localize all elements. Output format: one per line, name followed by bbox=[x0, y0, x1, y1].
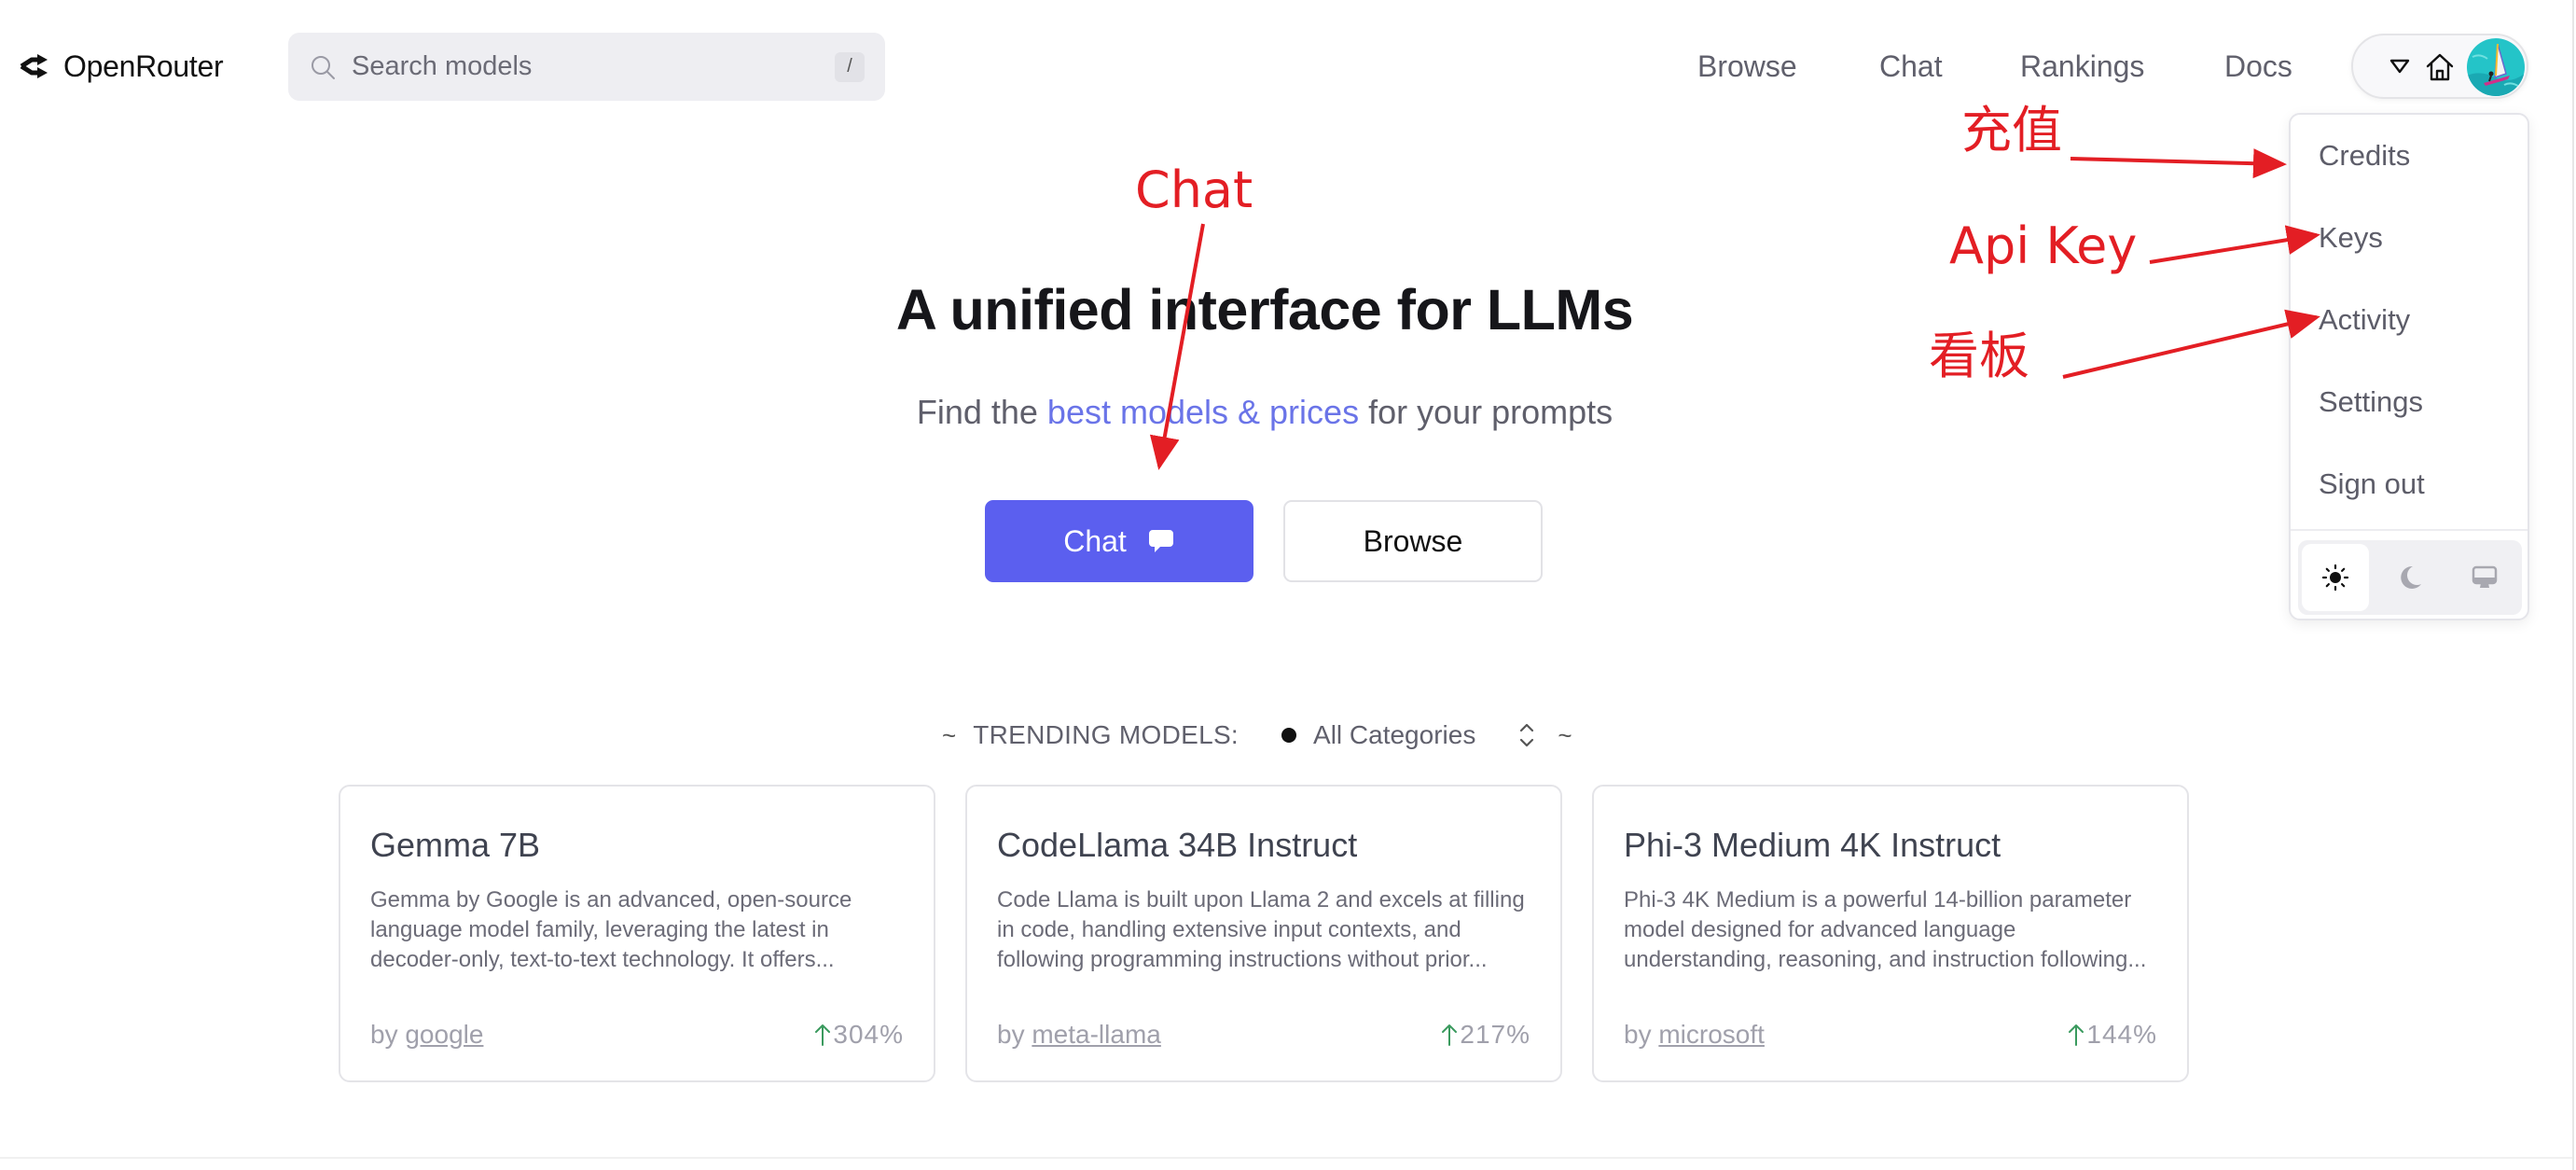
arrow-credits bbox=[2070, 148, 2287, 179]
model-card[interactable]: Gemma 7B Gemma by Google is an advanced,… bbox=[339, 785, 935, 1082]
model-name: Phi-3 Medium 4K Instruct bbox=[1624, 826, 2001, 864]
user-menu-pill[interactable] bbox=[2351, 34, 2528, 99]
model-author: by meta-llama bbox=[997, 1018, 1161, 1052]
nav-rankings[interactable]: Rankings bbox=[2020, 47, 2144, 86]
openrouter-logo-icon bbox=[20, 54, 48, 78]
arrow-up-icon bbox=[2069, 1024, 2084, 1046]
monitor-icon bbox=[2472, 565, 2498, 588]
user-dropdown-menu: Credits Keys Activity Settings Sign out bbox=[2289, 113, 2529, 620]
annotation-keys: Api Key bbox=[1949, 216, 2138, 275]
model-author: by google bbox=[370, 1018, 483, 1052]
annotation-credits: 充值 bbox=[1961, 101, 2062, 160]
tilde-left: ~ bbox=[942, 720, 957, 749]
best-models-prices-link[interactable]: best models & prices bbox=[1047, 393, 1359, 431]
growth-value: 144% bbox=[2086, 1020, 2157, 1049]
sun-icon bbox=[2321, 564, 2349, 592]
model-description: Gemma by Google is an advanced, open-sou… bbox=[370, 887, 852, 972]
model-name: CodeLlama 34B Instruct bbox=[997, 826, 1358, 864]
annotation-activity: 看板 bbox=[1929, 327, 2029, 385]
author-link[interactable]: meta-llama bbox=[1032, 1020, 1160, 1049]
model-card[interactable]: CodeLlama 34B Instruct Code Llama is bui… bbox=[965, 785, 1562, 1082]
hero-title: A unified interface for LLMs bbox=[895, 278, 1634, 341]
annotation-chat: Chat bbox=[1135, 160, 1253, 219]
moon-icon bbox=[2401, 565, 2421, 589]
growth-badge: 217% bbox=[1441, 1018, 1530, 1052]
chevron-up-down-icon bbox=[1520, 723, 1534, 747]
author-link[interactable]: google bbox=[405, 1020, 483, 1049]
menu-item-credits[interactable]: Credits bbox=[2319, 137, 2410, 174]
tilde-right: ~ bbox=[1558, 720, 1572, 749]
trending-header: ~ TRENDING MODELS: All Categories ~ bbox=[942, 715, 1572, 756]
menu-item-keys[interactable]: Keys bbox=[2319, 219, 2383, 257]
search-shortcut-key: / bbox=[835, 51, 865, 82]
theme-light-button[interactable] bbox=[2302, 544, 2369, 611]
theme-system-button[interactable] bbox=[2451, 544, 2518, 611]
chat-button-label: Chat bbox=[1063, 523, 1127, 558]
arrow-up-icon bbox=[815, 1024, 831, 1046]
trending-label: TRENDING MODELS: bbox=[973, 720, 1240, 749]
nav-docs[interactable]: Docs bbox=[2224, 47, 2292, 86]
nav-browse[interactable]: Browse bbox=[1697, 47, 1797, 86]
growth-badge: 304% bbox=[814, 1018, 904, 1052]
arrow-up-icon bbox=[1442, 1024, 1458, 1046]
theme-switcher bbox=[2298, 540, 2522, 615]
author-link[interactable]: microsoft bbox=[1658, 1020, 1765, 1049]
by-prefix: by bbox=[370, 1020, 406, 1049]
model-card[interactable]: Phi-3 Medium 4K Instruct Phi-3 4K Medium… bbox=[1592, 785, 2189, 1082]
category-dot-icon bbox=[1281, 728, 1297, 743]
by-prefix: by bbox=[997, 1020, 1032, 1049]
subtitle-suffix: for your prompts bbox=[1359, 393, 1613, 431]
menu-divider bbox=[2291, 529, 2528, 531]
growth-value: 304% bbox=[833, 1020, 904, 1049]
search-bar[interactable]: / bbox=[288, 33, 885, 101]
logo-text: OpenRouter bbox=[63, 49, 224, 83]
home-icon[interactable] bbox=[2424, 51, 2456, 83]
chat-button[interactable]: Chat bbox=[985, 500, 1253, 582]
growth-value: 217% bbox=[1460, 1020, 1530, 1049]
category-value: All Categories bbox=[1313, 720, 1476, 749]
subtitle-prefix: Find the bbox=[916, 393, 1047, 431]
chat-bubble-icon bbox=[1148, 530, 1173, 552]
nav-chat[interactable]: Chat bbox=[1879, 47, 1943, 86]
model-author: by microsoft bbox=[1624, 1018, 1765, 1052]
growth-badge: 144% bbox=[2068, 1018, 2157, 1052]
model-description: Phi-3 4K Medium is a powerful 14-billion… bbox=[1624, 887, 2147, 972]
model-description: Code Llama is built upon Llama 2 and exc… bbox=[997, 887, 1525, 972]
scrollbar-track[interactable] bbox=[2572, 0, 2574, 1170]
caret-down-icon[interactable] bbox=[2389, 57, 2411, 76]
hero-subtitle: Find the best models & prices for your p… bbox=[0, 390, 2529, 435]
search-input[interactable] bbox=[352, 33, 835, 101]
windsurfer-avatar-icon bbox=[2467, 38, 2525, 96]
browse-button[interactable]: Browse bbox=[1283, 500, 1543, 582]
avatar[interactable] bbox=[2467, 38, 2525, 96]
footer-divider bbox=[0, 1157, 2572, 1159]
search-icon bbox=[312, 55, 335, 79]
menu-item-sign-out[interactable]: Sign out bbox=[2319, 466, 2425, 503]
theme-dark-button[interactable] bbox=[2376, 544, 2444, 611]
logo[interactable]: OpenRouter bbox=[19, 45, 224, 88]
model-name: Gemma 7B bbox=[370, 826, 541, 864]
category-select[interactable]: All Categories bbox=[1281, 720, 1537, 750]
by-prefix: by bbox=[1624, 1020, 1659, 1049]
